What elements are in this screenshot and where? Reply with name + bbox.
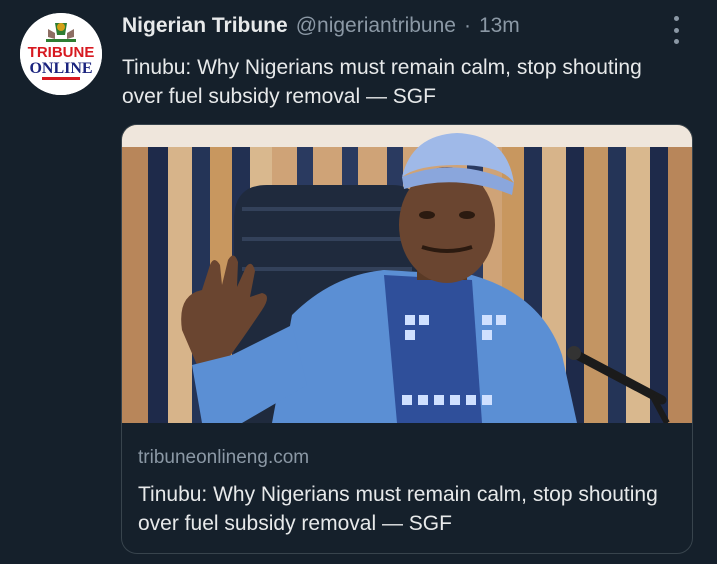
more-dot bbox=[673, 39, 679, 44]
avatar[interactable]: TRIBUNE ONLINE bbox=[20, 13, 102, 95]
author-handle[interactable]: @nigeriantribune bbox=[296, 14, 456, 38]
more-dot bbox=[673, 27, 679, 33]
tweet-text: Tinubu: Why Nigerians must remain calm, … bbox=[122, 56, 642, 108]
link-card[interactable]: tribuneonlineng.com Tinubu: Why Nigerian… bbox=[121, 124, 693, 554]
card-domain: tribuneonlineng.com bbox=[138, 447, 310, 468]
tribune-online-logo-icon: TRIBUNE ONLINE bbox=[20, 13, 102, 95]
svg-text:TRIBUNE: TRIBUNE bbox=[28, 44, 95, 61]
article-photo-icon bbox=[122, 125, 692, 423]
svg-text:ONLINE: ONLINE bbox=[29, 60, 92, 77]
card-image[interactable] bbox=[122, 125, 692, 423]
card-title[interactable]: Tinubu: Why Nigerians must remain calm, … bbox=[138, 480, 668, 538]
more-dot bbox=[673, 16, 679, 21]
tweet[interactable]: TRIBUNE ONLINE Nigerian Tribune @nigeria… bbox=[0, 0, 717, 564]
author-name[interactable]: Nigerian Tribune bbox=[122, 14, 288, 38]
separator-dot: · bbox=[463, 14, 471, 37]
timestamp[interactable]: 13m bbox=[479, 14, 520, 38]
more-vertical-icon[interactable] bbox=[666, 16, 686, 44]
tweet-header: Nigerian Tribune @nigeriantribune · 13m bbox=[122, 14, 520, 38]
